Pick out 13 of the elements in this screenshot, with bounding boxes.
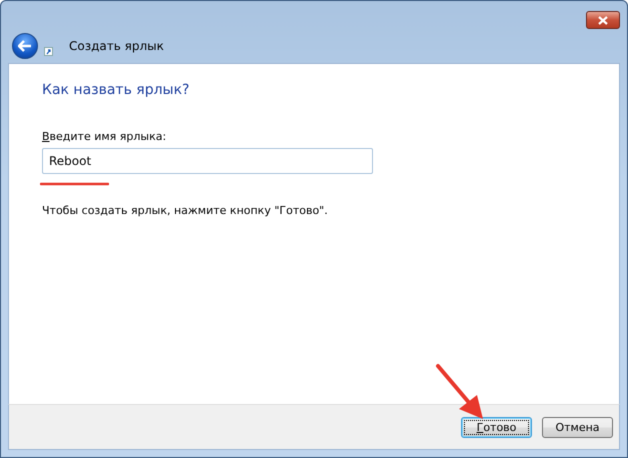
- name-input-field[interactable]: Reboot: [42, 148, 373, 174]
- back-button[interactable]: [12, 33, 38, 59]
- instruction-text: Чтобы создать ярлык, нажмите кнопку "Готово".: [42, 204, 329, 217]
- page-heading: Как назвать ярлык?: [42, 82, 190, 98]
- close-button[interactable]: [586, 11, 620, 29]
- window-title: Создать ярлык: [69, 39, 164, 53]
- shortcut-icon: [44, 46, 53, 56]
- close-icon: [598, 16, 608, 24]
- dialog-button[interactable]: Отмена: [542, 416, 613, 438]
- back-arrow-icon: [18, 40, 32, 52]
- underline-annotation: [40, 182, 109, 186]
- dialog-button[interactable]: Готово: [461, 416, 532, 438]
- field-label: Введите имя ярлыка:: [42, 130, 168, 143]
